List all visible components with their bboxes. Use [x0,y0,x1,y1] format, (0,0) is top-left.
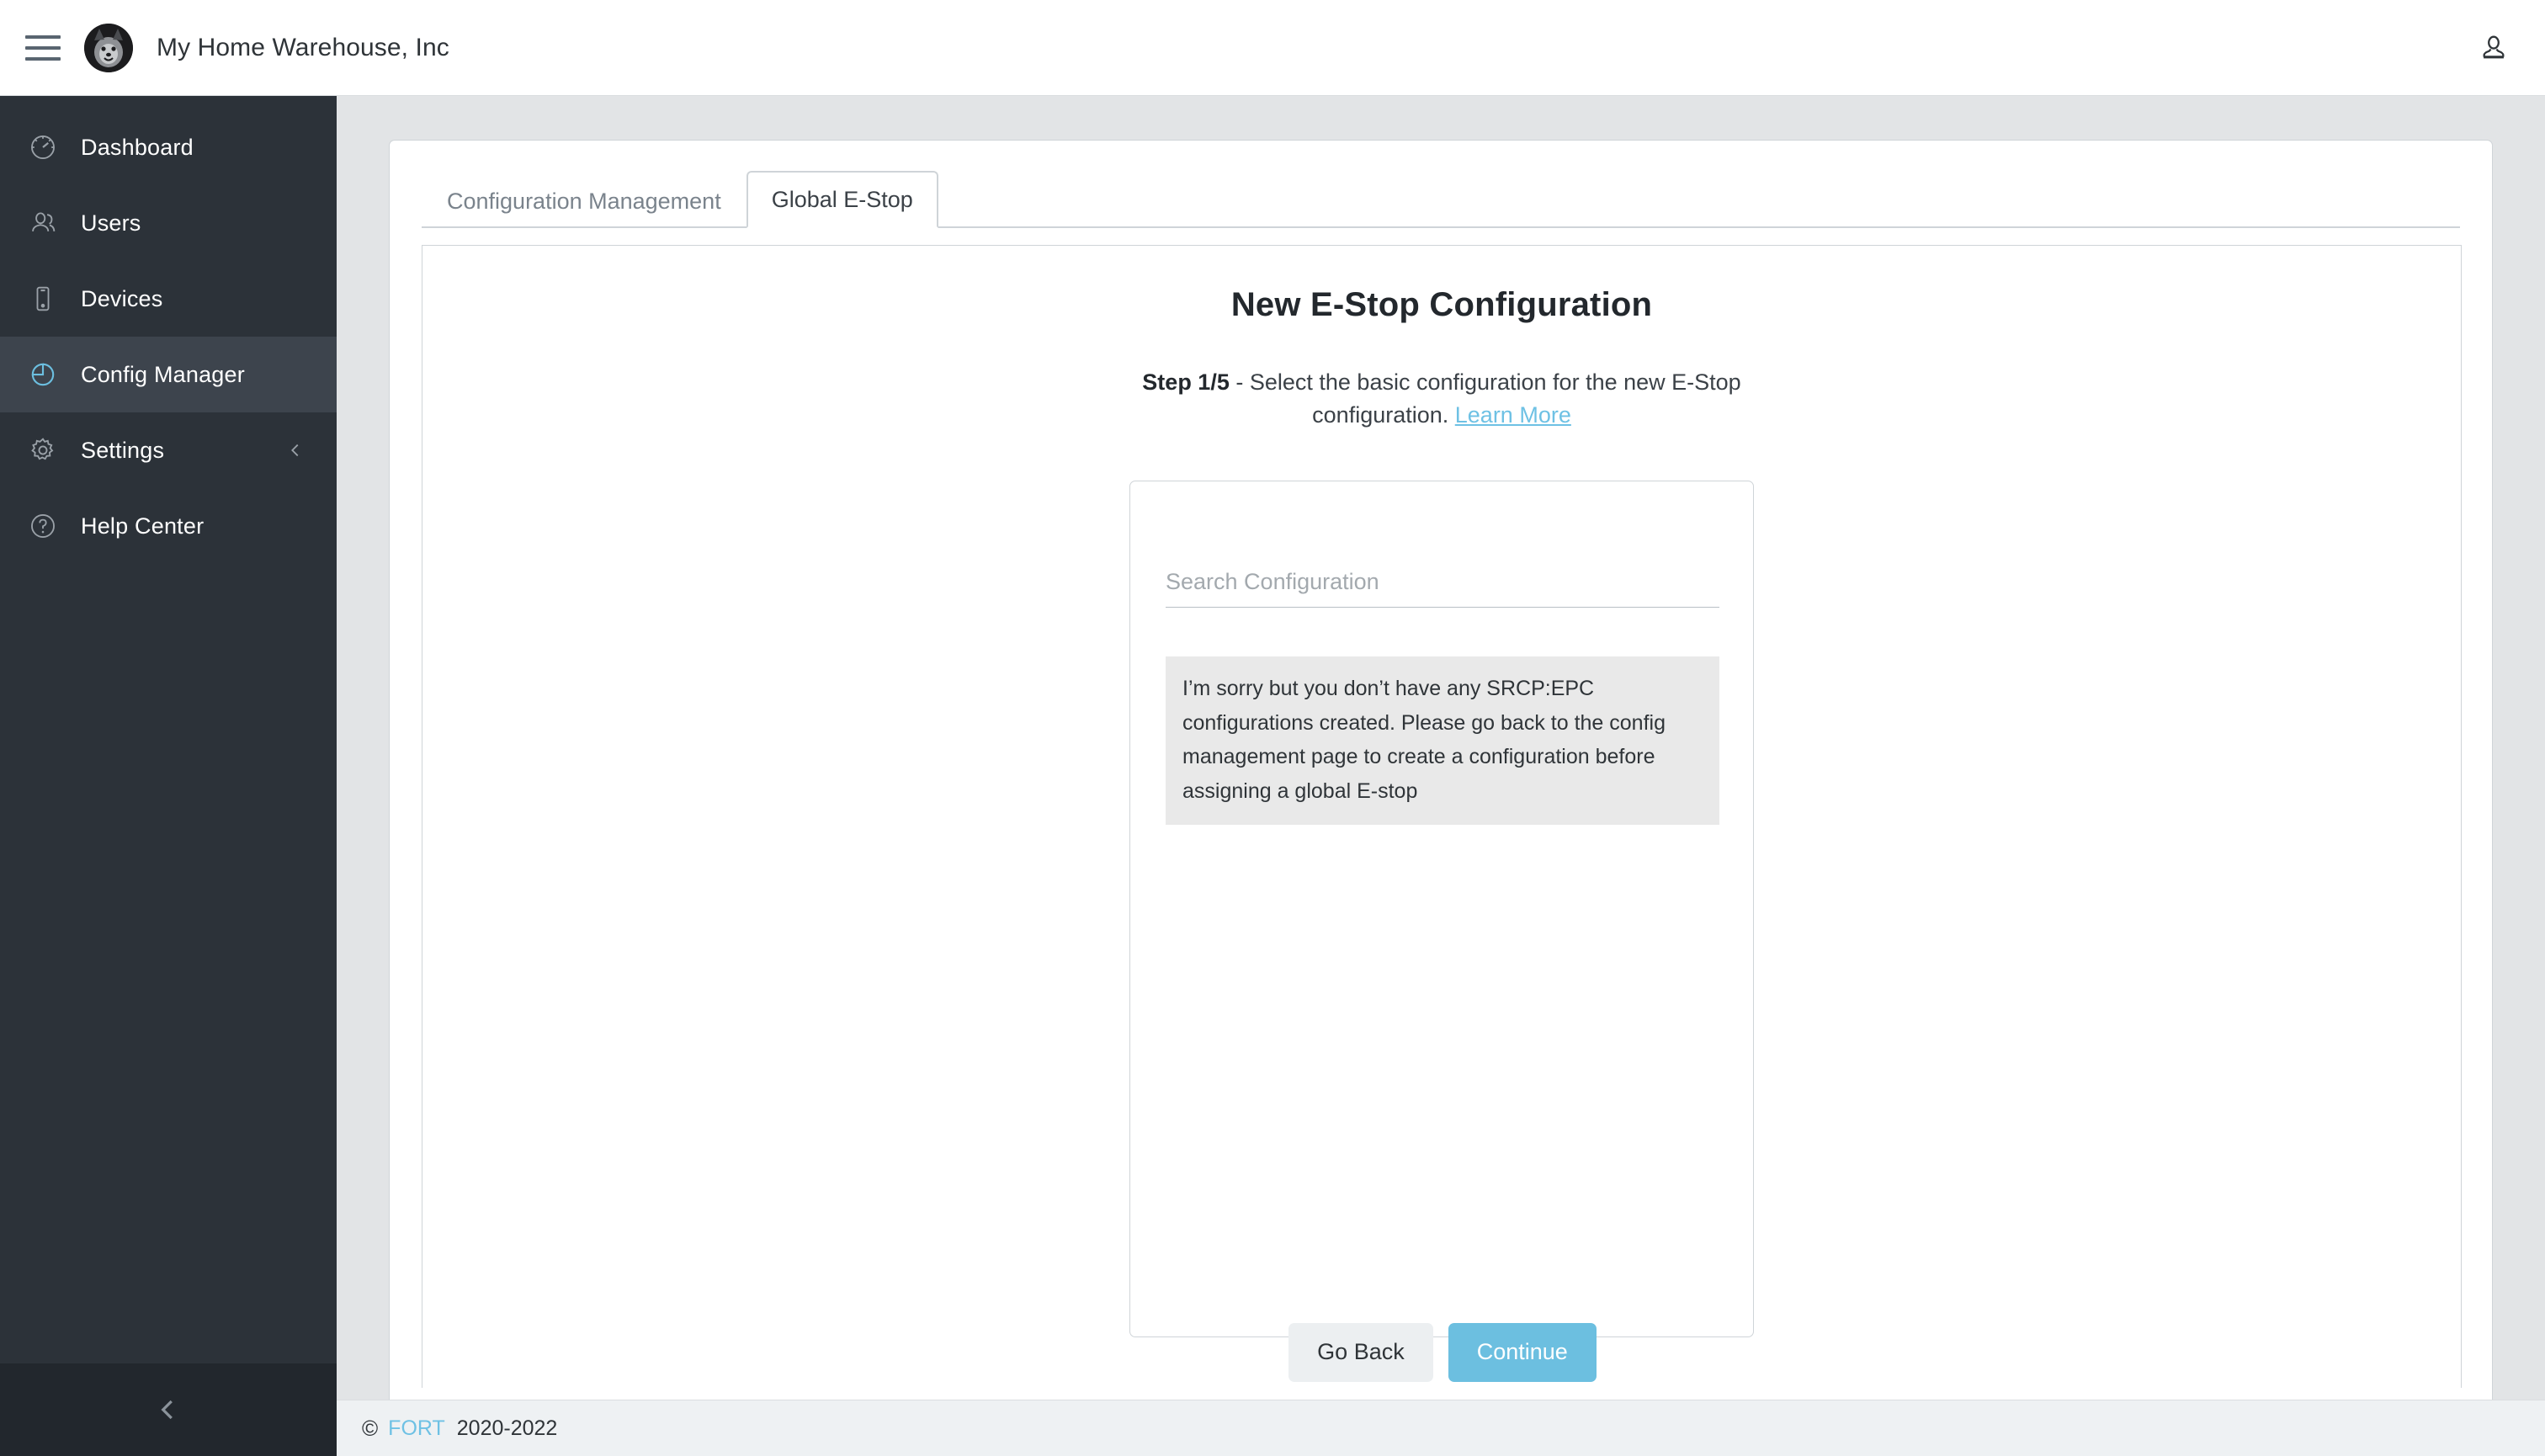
copyright-icon: © [362,1415,379,1441]
continue-button[interactable]: Continue [1448,1323,1597,1382]
sidebar-item-label: Help Center [81,513,205,539]
sidebar-collapse-button[interactable] [0,1363,337,1456]
wizard-step-separator: - [1229,369,1250,395]
device-icon [24,279,62,318]
hamburger-menu-icon[interactable] [25,35,61,61]
sidebar-item-label: Settings [81,437,165,463]
pie-chart-icon [24,355,62,394]
hamburger-line [25,56,61,61]
sidebar-item-label: Dashboard [81,134,194,160]
configuration-search-card: I’m sorry but you don’t have any SRCP:EP… [1129,481,1754,1338]
go-back-button[interactable]: Go Back [1288,1323,1433,1382]
wizard-actions: Go Back Continue [422,1323,2461,1382]
sidebar-item-label: Users [81,210,141,236]
page-footer: © FORT 2020-2022 [337,1400,2545,1456]
empty-state-message: I’m sorry but you don’t have any SRCP:EP… [1166,656,1719,826]
sidebar-item-config-manager[interactable]: Config Manager [0,337,337,412]
wizard-step-description: Step 1/5 - Select the basic configuratio… [1130,366,1753,432]
wizard-step-label: Step 1/5 [1142,369,1230,395]
sidebar-nav: Dashboard Users Devices Config Manager S… [0,96,337,564]
sidebar-item-settings[interactable]: Settings [0,412,337,488]
footer-years: 2020-2022 [456,1416,558,1440]
tab-bar: Configuration Management Global E-Stop [422,141,2460,228]
gauge-icon [24,128,62,167]
user-account-icon[interactable] [2464,19,2523,77]
tab-configuration-management[interactable]: Configuration Management [422,173,746,228]
learn-more-link[interactable]: Learn More [1455,402,1571,428]
top-bar: My Home Warehouse, Inc [0,0,2545,96]
search-input[interactable] [1166,569,1719,596]
question-mark-icon [24,507,62,545]
wizard-title: New E-Stop Configuration [1230,286,1653,323]
tab-global-e-stop[interactable]: Global E-Stop [746,171,938,228]
main-content: Configuration Management Global E-Stop N… [337,96,2545,1411]
hamburger-line [25,35,61,39]
company-avatar-dog [84,23,133,72]
sidebar-item-devices[interactable]: Devices [0,261,337,337]
sidebar-item-help-center[interactable]: Help Center [0,488,337,564]
wizard-panel: New E-Stop Configuration Step 1/5 - Sele… [422,245,2462,1388]
page-title: My Home Warehouse, Inc [157,33,449,61]
wizard-content: New E-Stop Configuration Step 1/5 - Sele… [422,246,2461,1338]
sidebar-item-users[interactable]: Users [0,185,337,261]
sidebar-item-dashboard[interactable]: Dashboard [0,109,337,185]
hamburger-line [25,45,61,50]
chevron-left-icon[interactable] [286,441,305,460]
footer-brand: FORT [388,1416,445,1440]
sidebar-item-label: Devices [81,285,163,311]
search-field-wrapper [1166,569,1719,608]
gear-icon [24,431,62,470]
sidebar: Dashboard Users Devices Config Manager S… [0,96,337,1456]
sidebar-item-label: Config Manager [81,361,245,387]
users-icon [24,204,62,242]
config-manager-card: Configuration Management Global E-Stop N… [389,140,2493,1411]
